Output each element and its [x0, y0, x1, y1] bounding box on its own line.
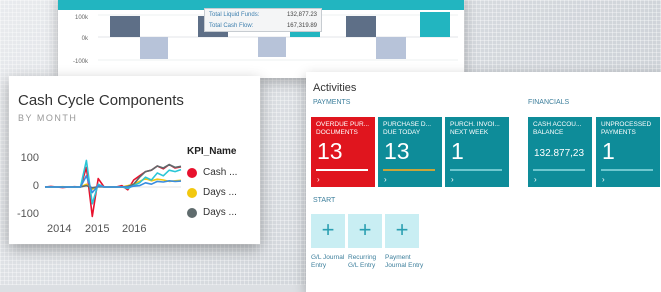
- start-action-label[interactable]: Payment Journal Entry: [385, 254, 425, 270]
- tile-value: 1: [602, 138, 615, 164]
- legend-dot: [187, 187, 197, 198]
- tile-indicator-bar: [533, 169, 585, 171]
- tooltip-value: 132,877.23: [286, 12, 317, 18]
- legend-label: Cash ...: [203, 167, 238, 178]
- bar-dark[interactable]: [346, 16, 376, 37]
- new-payment-journal-entry-button[interactable]: +: [385, 214, 419, 248]
- legend-label: Days ...: [203, 187, 237, 198]
- y-tick: 100: [20, 152, 39, 164]
- start-action-label[interactable]: G/L Journal Entry: [311, 254, 351, 270]
- series-line-0[interactable]: [44, 163, 182, 218]
- tile-label: CASH ACCOU... BALANCE: [533, 121, 582, 136]
- tile-indicator-bar: [601, 169, 653, 171]
- tile-indicator-bar: [316, 169, 368, 171]
- y-tick: 0: [32, 180, 39, 192]
- new-recurring-gl-entry-button[interactable]: +: [348, 214, 382, 248]
- tile-label: PURCHASE D... DUE TODAY: [383, 121, 432, 136]
- tile-value: 132.877,23: [534, 148, 585, 159]
- series-line-4[interactable]: [45, 175, 182, 194]
- tile-indicator-bar: [383, 169, 435, 171]
- chevron-right-icon: ›: [451, 175, 454, 184]
- tile-label: UNPROCESSED PAYMENTS: [601, 121, 652, 136]
- tile-label: OVERDUE PUR... DOCUMENTS: [316, 121, 370, 136]
- new-gl-journal-entry-button[interactable]: +: [311, 214, 345, 248]
- tooltip-value: 167,319.89: [286, 23, 317, 29]
- tile-value: 1: [451, 138, 464, 164]
- legend-item[interactable]: Days ...: [187, 207, 237, 218]
- tile-purchase-due-today[interactable]: PURCHASE D... DUE TODAY 13 ›: [378, 117, 442, 187]
- tile-purchase-invoices-next-week[interactable]: PURCH. INVOI... NEXT WEEK 1 ›: [445, 117, 509, 187]
- legend-dot: [187, 207, 197, 218]
- tile-value: 13: [384, 138, 410, 164]
- section-financials: FINANCIALS: [528, 99, 570, 106]
- legend-item[interactable]: Days ...: [187, 187, 237, 198]
- tooltip-label: Total Cash Flow:: [209, 23, 254, 29]
- tile-overdue-purchase-documents[interactable]: OVERDUE PUR... DOCUMENTS 13 ›: [311, 117, 375, 187]
- y-tick: -100k: [73, 59, 89, 65]
- tile-value: 13: [317, 138, 343, 164]
- start-action-label[interactable]: Recurring G/L Entry: [348, 254, 388, 270]
- cash-cycle-card[interactable]: Cash Cycle Components BY MONTH 100 0 -10…: [9, 76, 260, 244]
- legend-label: Days ...: [203, 207, 237, 218]
- plus-icon: +: [321, 217, 335, 242]
- bar-light[interactable]: [376, 37, 406, 59]
- chart-tooltip: Total Liquid Funds: 132,877.23 Total Cash…: [204, 8, 322, 32]
- section-payments: PAYMENTS: [313, 99, 351, 106]
- chevron-right-icon: ›: [602, 175, 605, 184]
- x-tick: 2015: [85, 223, 110, 235]
- legend-item[interactable]: Cash ...: [187, 167, 237, 178]
- activities-panel: Activities PAYMENTS FINANCIALS OVERDUE P…: [306, 72, 661, 292]
- bar-light[interactable]: [258, 37, 286, 57]
- y-tick: 0k: [82, 36, 89, 42]
- y-tick: -100: [16, 208, 39, 220]
- activities-title: Activities: [313, 82, 357, 94]
- chevron-right-icon: ›: [317, 175, 320, 184]
- plus-icon: +: [395, 217, 409, 242]
- tile-label: PURCH. INVOI... NEXT WEEK: [450, 121, 500, 136]
- plus-icon: +: [358, 217, 372, 242]
- bar-dark[interactable]: [110, 16, 140, 37]
- tile-indicator-bar: [450, 169, 502, 171]
- cash-cycle-line-chart: [44, 159, 182, 218]
- x-tick: 2014: [47, 223, 72, 235]
- bar-teal[interactable]: [420, 12, 450, 37]
- tooltip-label: Total Liquid Funds:: [209, 12, 260, 18]
- y-tick: 100k: [75, 15, 89, 21]
- chevron-right-icon: ›: [384, 175, 387, 184]
- x-tick: 2016: [122, 223, 147, 235]
- tile-cash-account-balance[interactable]: CASH ACCOU... BALANCE 132.877,23 ›: [528, 117, 592, 187]
- tile-unprocessed-payments[interactable]: UNPROCESSED PAYMENTS 1 ›: [596, 117, 660, 187]
- section-start: START: [313, 197, 336, 204]
- legend-dot: [187, 167, 197, 178]
- cash-flow-chart-panel: 100k 0k -100k Total Liquid Funds: 132,877…: [58, 0, 464, 78]
- legend-title: KPI_Name: [187, 146, 237, 157]
- chevron-right-icon: ›: [534, 175, 537, 184]
- bar-light[interactable]: [140, 37, 168, 59]
